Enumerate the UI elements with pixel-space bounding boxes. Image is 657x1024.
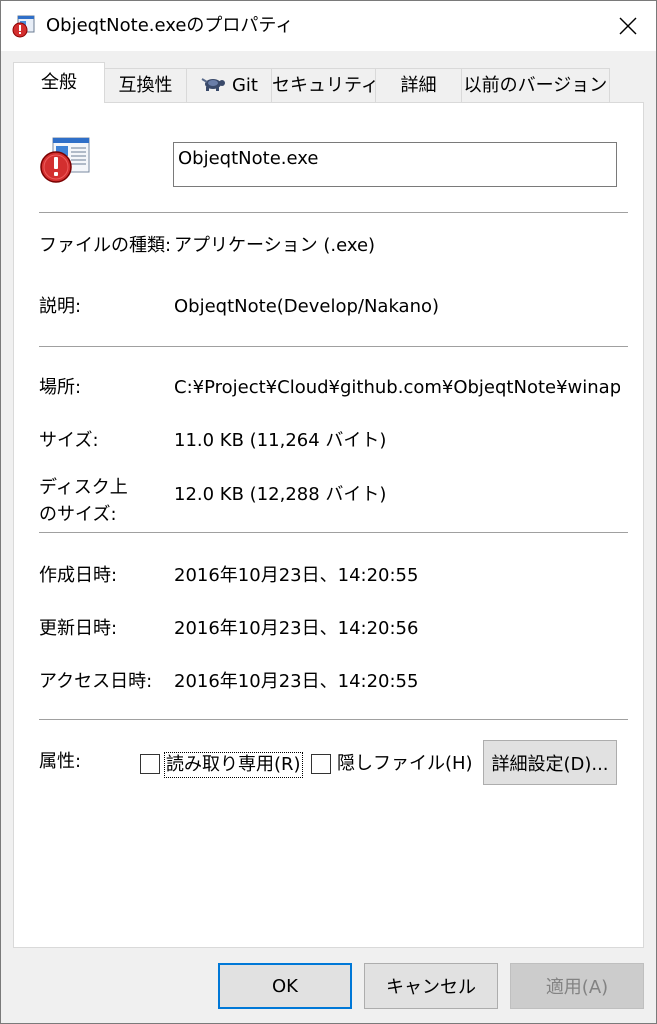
separator bbox=[39, 719, 628, 720]
tab-previous-versions[interactable]: 以前のバージョン bbox=[461, 68, 610, 102]
tab-strip: 全般 互換性 Git セキュリティ 詳細 以前のバージョン bbox=[1, 51, 656, 103]
tab-label: 互換性 bbox=[118, 75, 173, 96]
general-tab-panel: ObjeqtNote.exe ファイルの種類: アプリケーション (.exe) … bbox=[13, 102, 644, 948]
description-label: 説明: bbox=[39, 296, 82, 317]
tab-general[interactable]: 全般 bbox=[13, 62, 105, 103]
advanced-button[interactable]: 詳細設定(D)... bbox=[483, 740, 617, 785]
close-button[interactable] bbox=[600, 1, 656, 51]
separator bbox=[39, 532, 628, 533]
readonly-checkbox[interactable] bbox=[140, 754, 160, 774]
modified-value: 2016年10月23日、14:20:56 bbox=[174, 618, 419, 639]
accessed-value: 2016年10月23日、14:20:55 bbox=[174, 671, 419, 692]
window-title: ObjeqtNote.exeのプロパティ bbox=[46, 15, 294, 36]
size-on-disk-value: 12.0 KB (12,288 バイト) bbox=[174, 484, 387, 505]
tab-label: 全般 bbox=[41, 72, 77, 93]
exe-app-icon bbox=[12, 14, 36, 38]
tab-label: Git bbox=[231, 75, 258, 96]
size-on-disk-label-line1: ディスク上 bbox=[39, 477, 128, 498]
tab-label: 詳細 bbox=[400, 75, 437, 96]
git-tortoise-icon bbox=[200, 69, 226, 103]
separator bbox=[39, 346, 628, 347]
accessed-label: アクセス日時: bbox=[39, 671, 153, 692]
created-label: 作成日時: bbox=[39, 565, 118, 586]
description-value: ObjeqtNote(Develop/Nakano) bbox=[174, 296, 440, 317]
size-on-disk-label-line2: のサイズ: bbox=[39, 504, 117, 525]
tab-compatibility[interactable]: 互換性 bbox=[104, 68, 187, 102]
file-type-label: ファイルの種類: bbox=[39, 235, 172, 256]
readonly-label[interactable]: 読み取り専用(R) bbox=[164, 752, 303, 778]
size-value: 11.0 KB (11,264 バイト) bbox=[174, 430, 387, 451]
properties-dialog: ObjeqtNote.exeのプロパティ 全般 互換性 Git セキュリティ 詳… bbox=[0, 0, 657, 1024]
size-label: サイズ: bbox=[39, 430, 99, 451]
ok-button[interactable]: OK bbox=[218, 963, 352, 1009]
separator bbox=[39, 212, 628, 213]
location-label: 場所: bbox=[39, 377, 82, 398]
tab-git[interactable]: Git bbox=[186, 68, 272, 102]
tab-security[interactable]: セキュリティ bbox=[271, 68, 379, 102]
modified-label: 更新日時: bbox=[39, 618, 118, 639]
tab-label: 以前のバージョン bbox=[463, 75, 608, 96]
tab-label: セキュリティ bbox=[272, 75, 379, 96]
cancel-button[interactable]: キャンセル bbox=[364, 963, 498, 1009]
tab-details[interactable]: 詳細 bbox=[375, 68, 462, 102]
apply-button[interactable]: 適用(A) bbox=[510, 963, 644, 1009]
title-bar: ObjeqtNote.exeのプロパティ bbox=[1, 1, 656, 51]
location-value: C:¥Project¥Cloud¥github.com¥ObjeqtNote¥w… bbox=[174, 377, 620, 398]
file-name-input[interactable]: ObjeqtNote.exe bbox=[173, 142, 617, 187]
created-value: 2016年10月23日、14:20:55 bbox=[174, 565, 419, 586]
file-type-value: アプリケーション (.exe) bbox=[174, 235, 376, 256]
close-icon bbox=[619, 17, 637, 35]
hidden-label[interactable]: 隠しファイル(H) bbox=[337, 752, 473, 776]
file-icon bbox=[39, 136, 91, 186]
attributes-label: 属性: bbox=[39, 751, 82, 772]
hidden-checkbox[interactable] bbox=[311, 754, 331, 774]
